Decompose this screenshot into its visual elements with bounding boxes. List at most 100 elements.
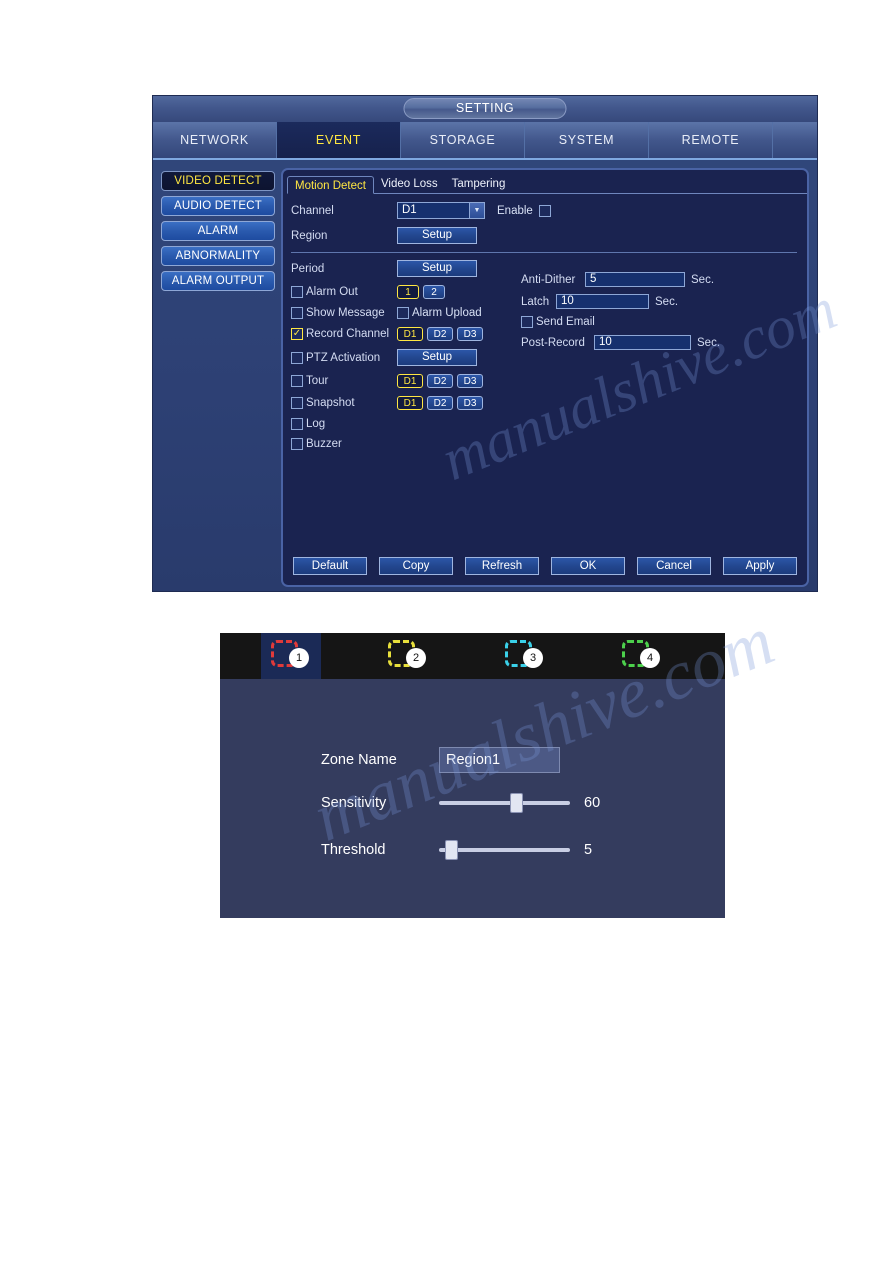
zone-setup-panel: 1 2 3 4 Zone Name Region1 Sensitivity 60 Th… bbox=[220, 633, 725, 918]
zone-name-row: Zone Name Region1 bbox=[321, 747, 560, 773]
ptz-setup-button[interactable]: Setup bbox=[397, 349, 477, 366]
alarm-out-channel-2[interactable]: 2 bbox=[423, 285, 445, 299]
sidebar-item-alarm[interactable]: ALARM bbox=[161, 221, 275, 241]
tour-checkbox[interactable]: ✓ bbox=[291, 375, 303, 387]
alarm-upload-checkbox[interactable]: ✓ bbox=[397, 307, 409, 319]
snapshot-checkbox[interactable]: ✓ bbox=[291, 397, 303, 409]
snapshot-channel-d1[interactable]: D1 bbox=[397, 396, 423, 410]
chevron-down-icon[interactable]: ▼ bbox=[469, 203, 484, 218]
tour-check-group: ✓ Tour bbox=[291, 375, 397, 387]
sidebar: VIDEO DETECT AUDIO DETECT ALARM ABNORMALITY… bbox=[159, 168, 277, 587]
tab-system[interactable]: SYSTEM bbox=[525, 122, 649, 158]
sidebar-item-label: AUDIO DETECT bbox=[173, 200, 262, 212]
sensitivity-value: 60 bbox=[584, 795, 601, 811]
record-channel-d2[interactable]: D2 bbox=[427, 327, 453, 341]
channel-select[interactable]: D1 ▼ bbox=[397, 202, 485, 219]
tour-label: Tour bbox=[306, 375, 329, 387]
sub-tab-label: Tampering bbox=[451, 178, 506, 190]
send-email-row: ✓ Send Email bbox=[521, 316, 791, 328]
tour-row: ✓ Tour D1 D2 D3 bbox=[291, 374, 797, 388]
latch-unit: Sec. bbox=[655, 295, 679, 308]
latch-row: Latch 10 Sec. bbox=[521, 294, 791, 309]
log-label: Log bbox=[306, 418, 326, 430]
zone-name-input[interactable]: Region1 bbox=[439, 747, 560, 773]
snapshot-check-group: ✓ Snapshot bbox=[291, 397, 397, 409]
anti-dither-label: Anti-Dither bbox=[521, 273, 576, 286]
alarm-out-checkbox[interactable]: ✓ bbox=[291, 286, 303, 298]
anti-dither-input[interactable]: 5 bbox=[585, 272, 685, 287]
default-button[interactable]: Default bbox=[293, 557, 367, 575]
zone-settings-body: Zone Name Region1 Sensitivity 60 Thresho… bbox=[220, 679, 725, 918]
tab-event[interactable]: EVENT bbox=[277, 122, 401, 158]
latch-input[interactable]: 10 bbox=[556, 294, 649, 309]
ptz-check-group: ✓ PTZ Activation bbox=[291, 351, 397, 364]
page-root: SETTING NETWORK EVENT STORAGE SYSTEM REMOTE … bbox=[0, 0, 893, 1263]
snapshot-channel-d3[interactable]: D3 bbox=[457, 396, 483, 410]
record-channel-d3[interactable]: D3 bbox=[457, 327, 483, 341]
content-panel: Motion Detect Video Loss Tampering Channel… bbox=[281, 168, 809, 587]
sub-tab-label: Video Loss bbox=[380, 178, 438, 190]
post-record-input[interactable]: 10 bbox=[594, 335, 691, 350]
tour-channel-d1[interactable]: D1 bbox=[397, 374, 423, 388]
ok-button[interactable]: OK bbox=[551, 557, 625, 575]
window-title-bar: SETTING bbox=[153, 96, 817, 122]
copy-button[interactable]: Copy bbox=[379, 557, 453, 575]
tour-channel-d2[interactable]: D2 bbox=[427, 374, 453, 388]
tab-label: EVENT bbox=[315, 133, 362, 147]
enable-checkbox[interactable]: ✓ bbox=[538, 204, 551, 217]
threshold-slider-handle[interactable] bbox=[445, 840, 458, 860]
anti-dither-row: Anti-Dither 5 Sec. bbox=[521, 272, 791, 287]
snapshot-channel-group: D1 D2 D3 bbox=[397, 396, 487, 410]
record-channel-checkbox[interactable]: ✓ bbox=[291, 328, 303, 340]
show-message-checkbox[interactable]: ✓ bbox=[291, 307, 303, 319]
tour-channel-d3[interactable]: D3 bbox=[457, 374, 483, 388]
refresh-button[interactable]: Refresh bbox=[465, 557, 539, 575]
sensitivity-slider-handle[interactable] bbox=[510, 793, 523, 813]
record-channel-label: Record Channel bbox=[306, 328, 390, 340]
channel-select-value: D1 bbox=[402, 204, 417, 216]
zone-selector-3[interactable]: 3 bbox=[495, 633, 555, 679]
record-channel-d1[interactable]: D1 bbox=[397, 327, 423, 341]
zone-number-badge: 3 bbox=[523, 648, 543, 668]
sidebar-item-video-detect[interactable]: VIDEO DETECT bbox=[161, 171, 275, 191]
zone-selector-1[interactable]: 1 bbox=[261, 633, 321, 679]
sidebar-item-label: ALARM OUTPUT bbox=[171, 275, 265, 287]
sub-tab-video-loss[interactable]: Video Loss bbox=[374, 175, 445, 193]
cancel-button[interactable]: Cancel bbox=[637, 557, 711, 575]
tour-channel-group: D1 D2 D3 bbox=[397, 374, 487, 388]
zone-number-badge: 4 bbox=[640, 648, 660, 668]
tab-storage[interactable]: STORAGE bbox=[401, 122, 525, 158]
zone-selector-2[interactable]: 2 bbox=[378, 633, 438, 679]
zone-selector-4[interactable]: 4 bbox=[612, 633, 672, 679]
tab-network[interactable]: NETWORK bbox=[153, 122, 277, 158]
sub-tab-motion-detect[interactable]: Motion Detect bbox=[287, 176, 374, 194]
apply-button[interactable]: Apply bbox=[723, 557, 797, 575]
ptz-activation-label: PTZ Activation bbox=[306, 351, 381, 364]
snapshot-channel-d2[interactable]: D2 bbox=[427, 396, 453, 410]
log-checkbox[interactable]: ✓ bbox=[291, 418, 303, 430]
buzzer-checkbox[interactable]: ✓ bbox=[291, 438, 303, 450]
tab-remote[interactable]: REMOTE bbox=[649, 122, 773, 158]
record-channel-check-group: ✓ Record Channel bbox=[291, 328, 397, 340]
send-email-checkbox[interactable]: ✓ bbox=[521, 316, 533, 328]
zone-number-badge: 1 bbox=[289, 648, 309, 668]
sensitivity-slider[interactable] bbox=[439, 793, 570, 813]
period-setup-button[interactable]: Setup bbox=[397, 260, 477, 277]
zone-number-badge: 2 bbox=[406, 648, 426, 668]
sidebar-item-alarm-output[interactable]: ALARM OUTPUT bbox=[161, 271, 275, 291]
window-body: VIDEO DETECT AUDIO DETECT ALARM ABNORMALITY… bbox=[153, 160, 817, 593]
threshold-slider[interactable] bbox=[439, 840, 570, 860]
zone-name-label: Zone Name bbox=[321, 752, 397, 768]
ptz-activation-checkbox[interactable]: ✓ bbox=[291, 351, 303, 364]
sub-tab-tampering[interactable]: Tampering bbox=[445, 175, 513, 193]
snapshot-row: ✓ Snapshot D1 D2 D3 bbox=[291, 396, 797, 410]
sidebar-item-audio-detect[interactable]: AUDIO DETECT bbox=[161, 196, 275, 216]
sidebar-item-abnormality[interactable]: ABNORMALITY bbox=[161, 246, 275, 266]
sidebar-item-label: VIDEO DETECT bbox=[174, 175, 262, 187]
alarm-out-channel-1[interactable]: 1 bbox=[397, 285, 419, 299]
channel-row: Channel D1 ▼ Enable ✓ bbox=[291, 202, 797, 219]
snapshot-label: Snapshot bbox=[306, 397, 355, 409]
buzzer-row: ✓ Buzzer bbox=[291, 438, 797, 450]
sidebar-item-label: ALARM bbox=[197, 225, 239, 237]
region-setup-button[interactable]: Setup bbox=[397, 227, 477, 244]
